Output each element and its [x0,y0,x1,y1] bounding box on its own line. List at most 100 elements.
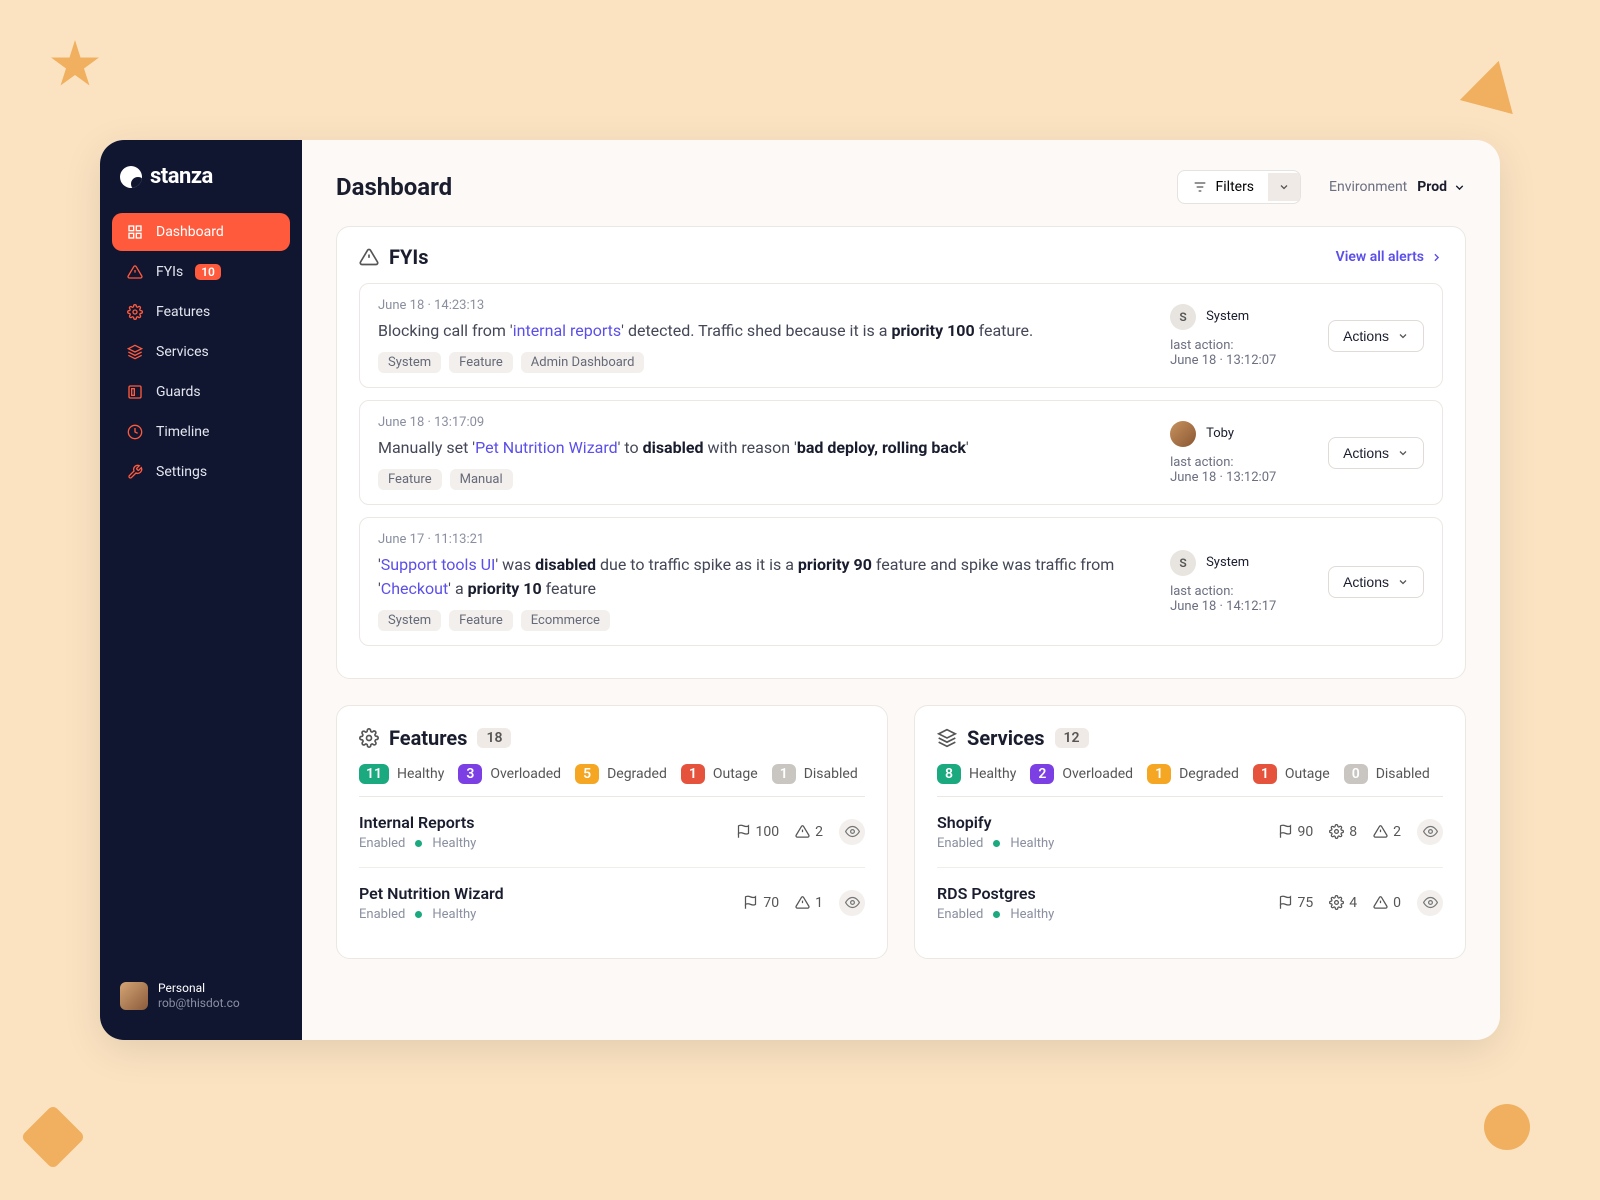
sidebar-user[interactable]: Personal rob@thisdot.co [112,973,290,1020]
list-item[interactable]: RDS Postgres Enabled Healthy 75 4 0 [937,868,1443,938]
layers-icon [937,728,957,748]
status-count: 11 [359,764,389,784]
sidebar-item-label: Settings [156,464,207,480]
sidebar-item-dashboard[interactable]: Dashboard [112,213,290,251]
status-chip-overloaded[interactable]: 2 Overloaded [1030,764,1133,784]
filters-button[interactable]: Filters [1177,170,1302,204]
bg-triangle-icon [1460,54,1526,115]
services-list: Shopify Enabled Healthy 90 8 2 RDS Postg… [937,797,1443,938]
health-dot-icon [415,840,422,847]
metric-warn: 0 [1373,895,1401,911]
fyi-actor: Toby last action: June 18 · 13:12:07 [1170,421,1310,485]
status-count: 2 [1030,764,1054,784]
tag: Feature [378,469,442,490]
status-chip-overloaded[interactable]: 3 Overloaded [458,764,561,784]
list-item[interactable]: Pet Nutrition Wizard Enabled Healthy 70 … [359,868,865,938]
fyi-card: June 17 · 11:13:21 'Support tools UI' wa… [359,517,1443,645]
tag: Manual [450,469,513,490]
item-status: Enabled Healthy [937,907,1278,922]
sidebar-item-label: Services [156,344,209,360]
status-count: 1 [1147,764,1171,784]
metric-flag: 100 [736,824,780,840]
fyi-tags: SystemFeatureAdmin Dashboard [378,352,1150,373]
sidebar-item-guards[interactable]: Guards [112,373,290,411]
view-item-button[interactable] [839,890,865,916]
last-action-label: last action: [1170,338,1310,353]
status-label: Disabled [1376,766,1430,782]
actor-avatar [1170,421,1196,447]
actor-name: System [1206,309,1249,324]
status-chip-healthy[interactable]: 11 Healthy [359,764,444,784]
view-item-button[interactable] [1417,819,1443,845]
view-item-button[interactable] [1417,890,1443,916]
bg-star-icon [50,40,100,90]
fyi-actions-button[interactable]: Actions [1328,437,1424,469]
chevron-down-icon [1453,181,1466,194]
status-count: 1 [772,764,796,784]
sidebar-item-services[interactable]: Services [112,333,290,371]
user-name: Personal [158,981,240,997]
chevron-down-icon [1397,330,1409,342]
page-title: Dashboard [336,173,452,201]
environment-value[interactable]: Prod [1417,179,1466,195]
sidebar-badge: 10 [195,264,221,280]
item-status: Enabled Healthy [359,836,736,851]
sidebar-item-settings[interactable]: Settings [112,453,290,491]
fyi-tags: Feature Manual [378,469,1150,490]
tag: System [378,610,441,631]
last-action-time: June 18 · 13:12:07 [1170,353,1310,368]
actor-name: Toby [1206,426,1234,441]
layers-icon [126,343,144,361]
health-dot-icon [993,840,1000,847]
sidebar-item-fyis[interactable]: FYIs10 [112,253,290,291]
status-label: Disabled [804,766,858,782]
view-item-button[interactable] [839,819,865,845]
status-chip-healthy[interactable]: 8Healthy [937,764,1016,784]
services-panel: Services 12 8Healthy2Overloaded1Degraded… [914,705,1466,959]
fyi-message: 'Support tools UI' was disabled due to t… [378,553,1150,599]
status-label: Healthy [397,766,444,782]
metric-warn: 2 [1373,824,1401,840]
main-content: Dashboard Filters Environment Prod [302,140,1500,1040]
tag: System [378,352,441,373]
status-label: Healthy [969,766,1016,782]
item-status: Enabled Healthy [937,836,1278,851]
status-label: Outage [713,766,758,782]
filters-dropdown-button[interactable] [1268,173,1300,201]
user-meta: Personal rob@thisdot.co [158,981,240,1012]
sidebar-item-features[interactable]: Features [112,293,290,331]
fyi-message: Manually set 'Pet Nutrition Wizard' to d… [378,436,1150,459]
status-chip-disabled[interactable]: 0Disabled [1344,764,1430,784]
status-chip-outage[interactable]: 1Outage [1253,764,1330,784]
sidebar-item-timeline[interactable]: Timeline [112,413,290,451]
status-chip-disabled[interactable]: 1 Disabled [772,764,858,784]
fyi-actions-button[interactable]: Actions [1328,320,1424,352]
fyi-actor: SSystem last action: June 18 · 14:12:17 [1170,550,1310,614]
status-chip-degraded[interactable]: 1Degraded [1147,764,1239,784]
status-count: 3 [458,764,482,784]
metric-flag: 75 [1278,895,1314,911]
status-label: Degraded [607,766,667,782]
grid-icon [126,223,144,241]
services-status-row: 8Healthy 2 Overloaded 1Degraded 1Outage 0Disa… [937,764,1443,784]
list-item[interactable]: Shopify Enabled Healthy 90 8 2 [937,797,1443,868]
status-chip-outage[interactable]: 1 Outage [681,764,758,784]
fyi-card: June 18 · 13:17:09 Manually set 'Pet Nut… [359,400,1443,505]
status-label: Overloaded [1062,766,1133,782]
fyis-panel: FYIs View all alerts June 18 · 14:23:13 … [336,226,1466,679]
environment-label: Environment [1329,179,1407,195]
view-all-alerts-link[interactable]: View all alerts [1336,249,1443,265]
list-item[interactable]: Internal Reports Enabled Healthy 100 2 [359,797,865,868]
status-label: Overloaded [490,766,561,782]
fyi-actions-button[interactable]: Actions [1328,566,1424,598]
fyi-actor: SSystem last action: June 18 · 13:12:07 [1170,304,1310,368]
environment-picker: Environment Prod [1329,179,1466,195]
chevron-down-icon [1397,576,1409,588]
features-title: Features [389,726,467,750]
features-count: 18 [477,728,511,748]
fyi-tags: SystemFeatureEcommerce [378,610,1150,631]
brand-logo: stanza [112,164,290,213]
status-chip-degraded[interactable]: 5Degraded [575,764,667,784]
chevron-down-icon [1278,181,1290,193]
status-count: 1 [681,764,705,784]
